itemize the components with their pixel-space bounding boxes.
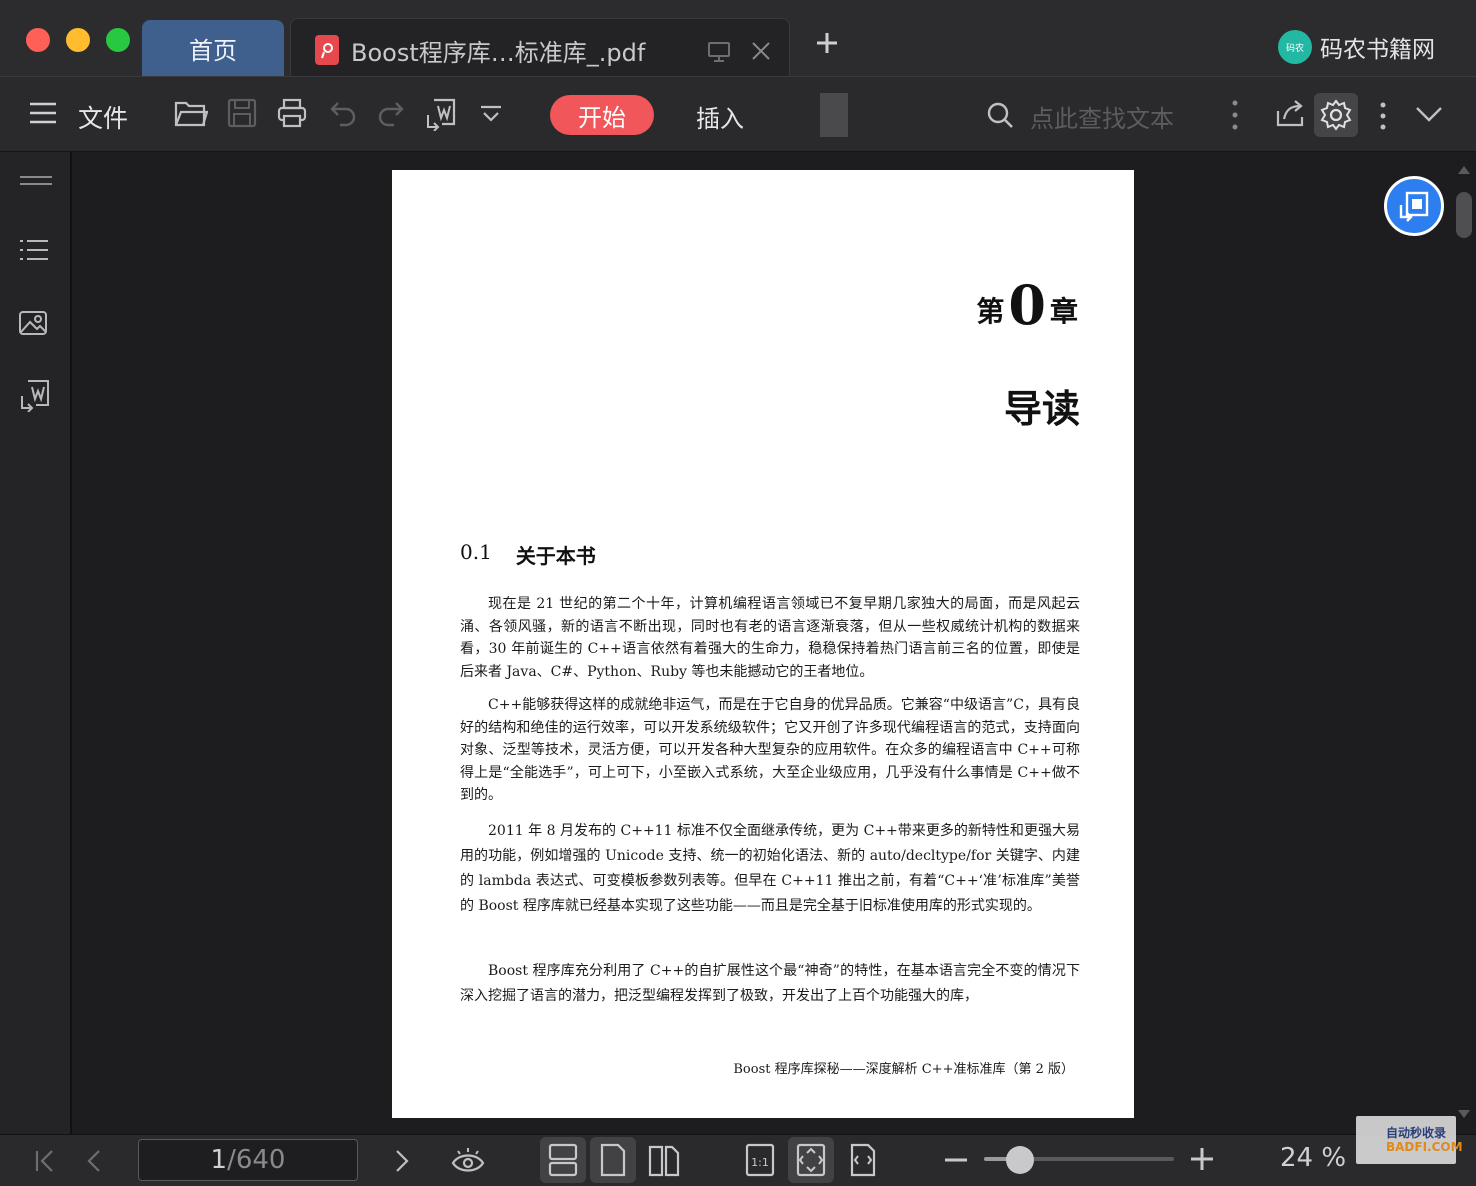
tab-start[interactable]: 开始 xyxy=(550,95,654,135)
page-number-input[interactable]: 1/640 xyxy=(138,1139,358,1181)
paragraph: 现在是 21 世纪的第二个十年，计算机编程语言领域已不复早期几家独大的局面，而是… xyxy=(460,596,1080,680)
maximize-window-button[interactable] xyxy=(106,28,130,52)
chapter-title: 导读 xyxy=(1003,387,1080,431)
paragraph: C++能够获得这样的成就绝非运气，而是在于它自身的优异品质。它兼容“中级语言”C… xyxy=(460,697,1080,803)
monitor-icon[interactable] xyxy=(707,41,731,63)
title-bar: 首页 Boost程序库…标准库_.pdf 码农 码农书籍网 xyxy=(0,0,1476,78)
watermark-line2: BADFI.COM xyxy=(1386,1140,1463,1154)
total-pages: /640 xyxy=(227,1145,286,1175)
tab-document-title: Boost程序库…标准库_.pdf xyxy=(351,39,646,67)
undo-icon[interactable] xyxy=(328,97,358,127)
new-tab-button[interactable] xyxy=(814,30,840,56)
close-window-button[interactable] xyxy=(26,28,50,52)
toolbar: 文件 开始 插入 点此查找文本 xyxy=(0,76,1476,152)
pdf-file-icon xyxy=(315,35,339,65)
page-footer: Boost 程序库探秘——深度解析 C++准标准库（第 2 版） xyxy=(733,1062,1074,1077)
floating-convert-button[interactable] xyxy=(1384,176,1444,236)
tab-home-label: 首页 xyxy=(189,36,237,65)
convert-icon xyxy=(1399,191,1429,222)
watermark: 自动秒收录 BADFI.COM xyxy=(1356,1116,1463,1164)
fit-width-button[interactable] xyxy=(840,1137,886,1183)
zoom-slider-thumb[interactable] xyxy=(1006,1146,1035,1174)
paragraph: Boost 程序库充分利用了 C++的自扩展性这个最“神奇”的特性，在基本语言完… xyxy=(460,963,1080,1004)
brand-name: 码农书籍网 xyxy=(1320,37,1435,63)
more-options-icon[interactable] xyxy=(1378,101,1388,131)
chapter-heading: 第 0 章 xyxy=(976,278,1078,332)
svg-text:1:1: 1:1 xyxy=(751,1156,769,1169)
zoom-in-icon[interactable] xyxy=(1190,1147,1214,1171)
section-number: 0.1 xyxy=(460,540,492,564)
print-icon[interactable] xyxy=(276,97,308,129)
scrollbar-thumb[interactable] xyxy=(1456,192,1472,238)
first-page-icon[interactable] xyxy=(34,1149,56,1173)
brand[interactable]: 码农 码农书籍网 xyxy=(1278,30,1435,64)
outline-icon[interactable] xyxy=(18,238,50,266)
paragraph: 2011 年 8 月发布的 C++11 标准不仅全面继承传统，更为 C++带来更… xyxy=(460,823,1080,914)
pdf-page: 第 0 章 导读 0.1 关于本书 现在是 21 世纪的第二个十年，计算机编程语… xyxy=(392,170,1134,1118)
previous-page-icon[interactable] xyxy=(86,1149,102,1173)
tab-start-label: 开始 xyxy=(578,103,626,132)
save-icon[interactable] xyxy=(226,97,258,129)
vertical-scrollbar[interactable] xyxy=(1454,152,1476,1134)
thumbnails-icon[interactable] xyxy=(18,174,54,188)
tab-home[interactable]: 首页 xyxy=(142,20,284,76)
brand-logo: 码农 xyxy=(1278,30,1312,64)
share-icon[interactable] xyxy=(1274,97,1306,129)
current-page: 1 xyxy=(210,1145,228,1175)
search-more-icon[interactable] xyxy=(1230,99,1240,131)
chapter-prefix: 第 xyxy=(976,295,1005,328)
single-page-view-button[interactable] xyxy=(590,1137,636,1183)
redo-icon[interactable] xyxy=(376,97,406,127)
open-folder-icon[interactable] xyxy=(174,97,208,129)
zoom-out-icon[interactable] xyxy=(944,1157,968,1163)
settings-button[interactable] xyxy=(1314,93,1358,137)
search-input[interactable]: 点此查找文本 xyxy=(1030,99,1174,134)
two-page-view-button[interactable] xyxy=(642,1137,688,1183)
close-tab-icon[interactable] xyxy=(749,39,773,63)
convert-icon[interactable] xyxy=(18,378,52,412)
collapse-toolbar-icon[interactable] xyxy=(1414,105,1444,123)
scroll-up-arrow[interactable] xyxy=(1458,166,1470,174)
fit-page-button[interactable] xyxy=(788,1137,834,1183)
tab-scroll-button[interactable] xyxy=(820,93,848,137)
menu-icon[interactable] xyxy=(28,101,58,125)
actual-size-button[interactable]: 1:1 xyxy=(738,1137,784,1183)
section-heading: 0.1 关于本书 xyxy=(460,540,596,569)
section-title: 关于本书 xyxy=(515,544,596,568)
image-icon[interactable] xyxy=(18,308,50,338)
next-page-icon[interactable] xyxy=(394,1149,410,1173)
minimize-window-button[interactable] xyxy=(66,28,90,52)
tab-document[interactable]: Boost程序库…标准库_.pdf xyxy=(290,18,790,78)
search-icon[interactable] xyxy=(986,101,1014,129)
pdf-to-word-icon[interactable] xyxy=(424,97,458,131)
chapter-number: 0 xyxy=(1008,273,1046,337)
file-menu[interactable]: 文件 xyxy=(78,99,128,135)
chapter-suffix: 章 xyxy=(1049,295,1078,328)
eye-care-icon[interactable] xyxy=(450,1145,486,1177)
status-bar: 1/640 1:1 24 % xyxy=(0,1134,1476,1186)
gear-icon xyxy=(1320,99,1352,131)
tab-insert[interactable]: 插入 xyxy=(696,99,744,134)
left-sidebar xyxy=(0,152,72,1134)
watermark-line1: 自动秒收录 xyxy=(1386,1126,1447,1140)
scroll-down-arrow[interactable] xyxy=(1458,1110,1470,1118)
chevron-down-icon[interactable] xyxy=(478,105,504,125)
continuous-view-button[interactable] xyxy=(540,1137,586,1183)
zoom-level[interactable]: 24 % xyxy=(1280,1143,1346,1173)
